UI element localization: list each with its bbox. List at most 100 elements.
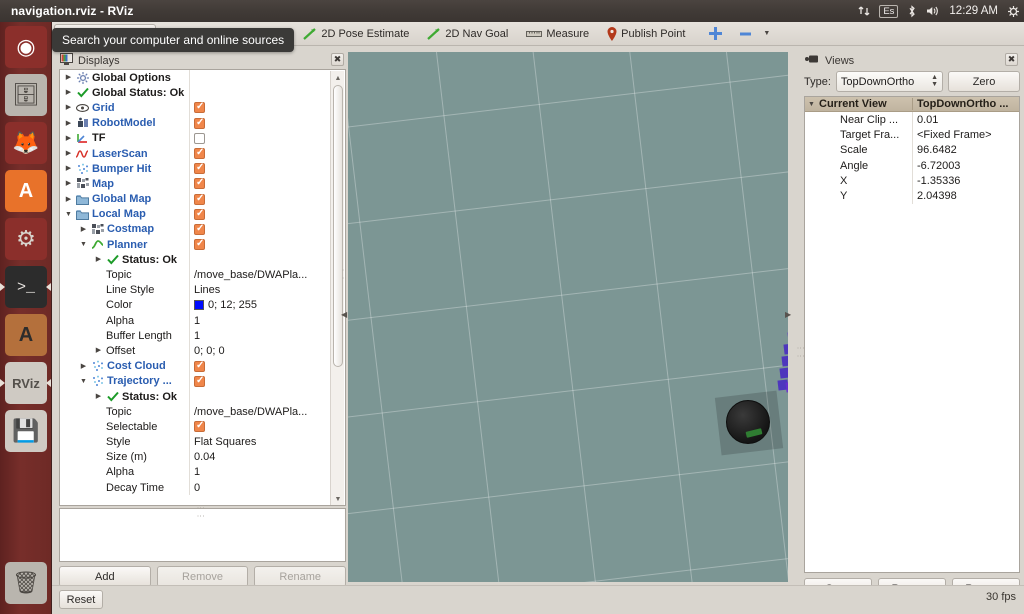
display-row-value[interactable] xyxy=(189,358,330,374)
display-row[interactable]: ▶ Global Map xyxy=(60,191,330,207)
launcher-item-terminal[interactable]: >_ xyxy=(5,266,47,308)
display-row-value[interactable]: /move_base/DWAPla... xyxy=(189,404,330,420)
view-property-row[interactable]: X -1.35336 xyxy=(805,173,1019,189)
display-row[interactable]: Buffer Length 1 xyxy=(60,328,330,344)
display-row[interactable]: ▶ Offset 0; 0; 0 xyxy=(60,343,330,359)
display-row-value[interactable] xyxy=(189,419,330,435)
bluetooth-icon[interactable] xyxy=(907,4,917,18)
keyboard-layout-indicator[interactable]: Es xyxy=(879,4,899,18)
display-row[interactable]: Topic/move_base/DWAPla... xyxy=(60,404,330,420)
display-row-value[interactable] xyxy=(189,221,330,238)
chevron-right-icon[interactable]: ▶ xyxy=(64,120,73,127)
launcher-item-system-settings[interactable]: ⚙ xyxy=(5,218,47,260)
display-row[interactable]: ▼ Local Map xyxy=(60,206,330,222)
view-property-value[interactable]: -1.35336 xyxy=(912,173,1019,189)
chevron-right-icon[interactable]: ▶ xyxy=(64,150,73,157)
launcher-item-trash[interactable]: 🗑 xyxy=(5,562,47,604)
display-row[interactable]: Style Flat Squares xyxy=(60,434,330,450)
toolbar-button-2d-pose-estimate[interactable]: 2D Pose Estimate xyxy=(295,24,417,44)
toolbar-button-add-tool-plus[interactable] xyxy=(701,24,730,44)
display-row-value[interactable]: 1 xyxy=(189,464,330,481)
display-row[interactable]: ▶ TF xyxy=(60,130,330,146)
launcher-item-software-updater[interactable]: A xyxy=(5,314,47,356)
scroll-down-icon[interactable]: ▼ xyxy=(332,493,344,505)
display-row-value[interactable] xyxy=(189,373,330,389)
toolbar-button-measure[interactable]: Measure xyxy=(518,24,597,44)
display-row-value[interactable] xyxy=(189,237,330,253)
displays-scrollbar[interactable]: ▲ ▼ xyxy=(330,71,344,505)
view-property-value[interactable]: <Fixed Frame> xyxy=(912,127,1019,143)
right-splitter-grip[interactable]: ⋮⋮ xyxy=(796,344,805,360)
display-row[interactable]: ▶ Global Status: Ok xyxy=(60,85,330,101)
chevron-right-icon[interactable]: ▶ xyxy=(64,165,73,172)
enabled-checkbox[interactable] xyxy=(194,162,205,175)
views-properties-table[interactable]: ▼ Current View TopDownOrtho ... Near Cli… xyxy=(804,96,1020,573)
enabled-checkbox[interactable] xyxy=(194,420,205,433)
network-updown-icon[interactable] xyxy=(858,5,870,17)
display-row-value[interactable]: 0 xyxy=(189,480,330,496)
collapse-right-arrow-icon[interactable]: ▶ xyxy=(785,311,791,319)
display-row-value[interactable]: 0.04 xyxy=(189,449,330,465)
enabled-checkbox[interactable] xyxy=(194,208,205,220)
power-gear-icon[interactable] xyxy=(1007,5,1020,18)
display-row[interactable]: ▶ Map xyxy=(60,176,330,192)
launcher-item-software-center[interactable]: A xyxy=(5,170,47,212)
display-row[interactable]: Alpha 1 xyxy=(60,464,330,481)
display-row-value[interactable] xyxy=(189,145,330,162)
collapse-left-arrow-icon[interactable]: ◀ xyxy=(341,311,347,319)
enabled-checkbox[interactable] xyxy=(194,238,205,251)
launcher-item-save-disk[interactable]: 💾 xyxy=(5,410,47,452)
chevron-right-icon[interactable]: ▶ xyxy=(79,363,88,370)
view-property-row[interactable]: Y 2.04398 xyxy=(805,188,1019,204)
view-property-value[interactable]: -6.72003 xyxy=(912,157,1019,174)
display-row[interactable]: ▶ Grid xyxy=(60,100,330,116)
display-row[interactable]: Alpha 1 xyxy=(60,313,330,329)
display-row[interactable]: Topic/move_base/DWAPla... xyxy=(60,267,330,283)
display-row[interactable]: ▶ Bumper Hit xyxy=(60,161,330,177)
displays-tree[interactable]: ▶ Global Options ▶ Global Status: Ok ▶ Grid ▶ R… xyxy=(59,69,346,506)
display-row[interactable]: ▶ RobotModel xyxy=(60,115,330,131)
enabled-checkbox[interactable] xyxy=(194,101,205,114)
display-row-value[interactable] xyxy=(189,115,330,131)
launcher-item-ubuntu-dash[interactable]: ◉ xyxy=(5,26,47,68)
display-row[interactable]: Size (m) 0.04 xyxy=(60,449,330,465)
view-property-value[interactable]: 0.01 xyxy=(912,112,1019,128)
launcher-item-files[interactable]: 🗄 xyxy=(5,74,47,116)
enabled-checkbox[interactable] xyxy=(194,360,205,372)
zero-button[interactable]: Zero xyxy=(948,71,1020,92)
3d-viewport[interactable] xyxy=(348,52,788,582)
chevron-right-icon[interactable]: ▶ xyxy=(64,180,73,187)
chevron-right-icon[interactable]: ▶ xyxy=(64,104,73,111)
view-type-select[interactable]: TopDownOrtho ▲ ▼ xyxy=(835,71,943,92)
display-row[interactable]: Color 0; 12; 255 xyxy=(60,297,330,313)
remove-display-button[interactable]: Remove xyxy=(156,566,249,587)
enabled-checkbox[interactable] xyxy=(194,132,205,144)
display-row[interactable]: ▶ LaserScan xyxy=(60,145,330,162)
view-property-row[interactable]: Scale 96.6482 xyxy=(805,142,1019,158)
display-row[interactable]: ▼ Trajectory ... xyxy=(60,373,330,389)
display-row-value[interactable] xyxy=(189,191,330,207)
reset-button[interactable]: Reset xyxy=(59,590,103,609)
chevron-right-icon[interactable]: ▶ xyxy=(94,347,103,354)
chevron-right-icon[interactable]: ▶ xyxy=(94,393,103,400)
chevron-right-icon[interactable]: ▶ xyxy=(79,226,88,233)
chevron-right-icon[interactable]: ▶ xyxy=(64,135,73,142)
chevron-right-icon[interactable]: ▶ xyxy=(64,196,73,203)
display-row-value[interactable] xyxy=(189,130,330,146)
display-row-value[interactable]: Flat Squares xyxy=(189,434,330,450)
toolbar-overflow-chevron-down-icon[interactable]: ▼ xyxy=(763,30,770,37)
view-property-value[interactable]: 96.6482 xyxy=(912,142,1019,158)
toolbar-button-2d-nav-goal[interactable]: 2D Nav Goal xyxy=(419,24,516,44)
enabled-checkbox[interactable] xyxy=(194,117,205,129)
view-property-row[interactable]: Near Clip ... 0.01 xyxy=(805,112,1019,128)
display-row[interactable]: ▼ Planner xyxy=(60,237,330,253)
spinner-arrows-icon[interactable]: ▲ ▼ xyxy=(931,74,938,88)
chevron-right-icon[interactable]: ▶ xyxy=(64,74,73,81)
display-row[interactable]: Line Style Lines xyxy=(60,282,330,298)
chevron-down-icon[interactable]: ▼ xyxy=(807,101,816,108)
display-row-value[interactable]: 1 xyxy=(189,328,330,344)
toolbar-button-publish-point[interactable]: Publish Point xyxy=(599,24,693,44)
chevron-down-icon[interactable]: ▼ xyxy=(64,211,73,218)
volume-icon[interactable] xyxy=(926,5,940,17)
display-row-value[interactable]: 0; 0; 0 xyxy=(189,343,330,359)
